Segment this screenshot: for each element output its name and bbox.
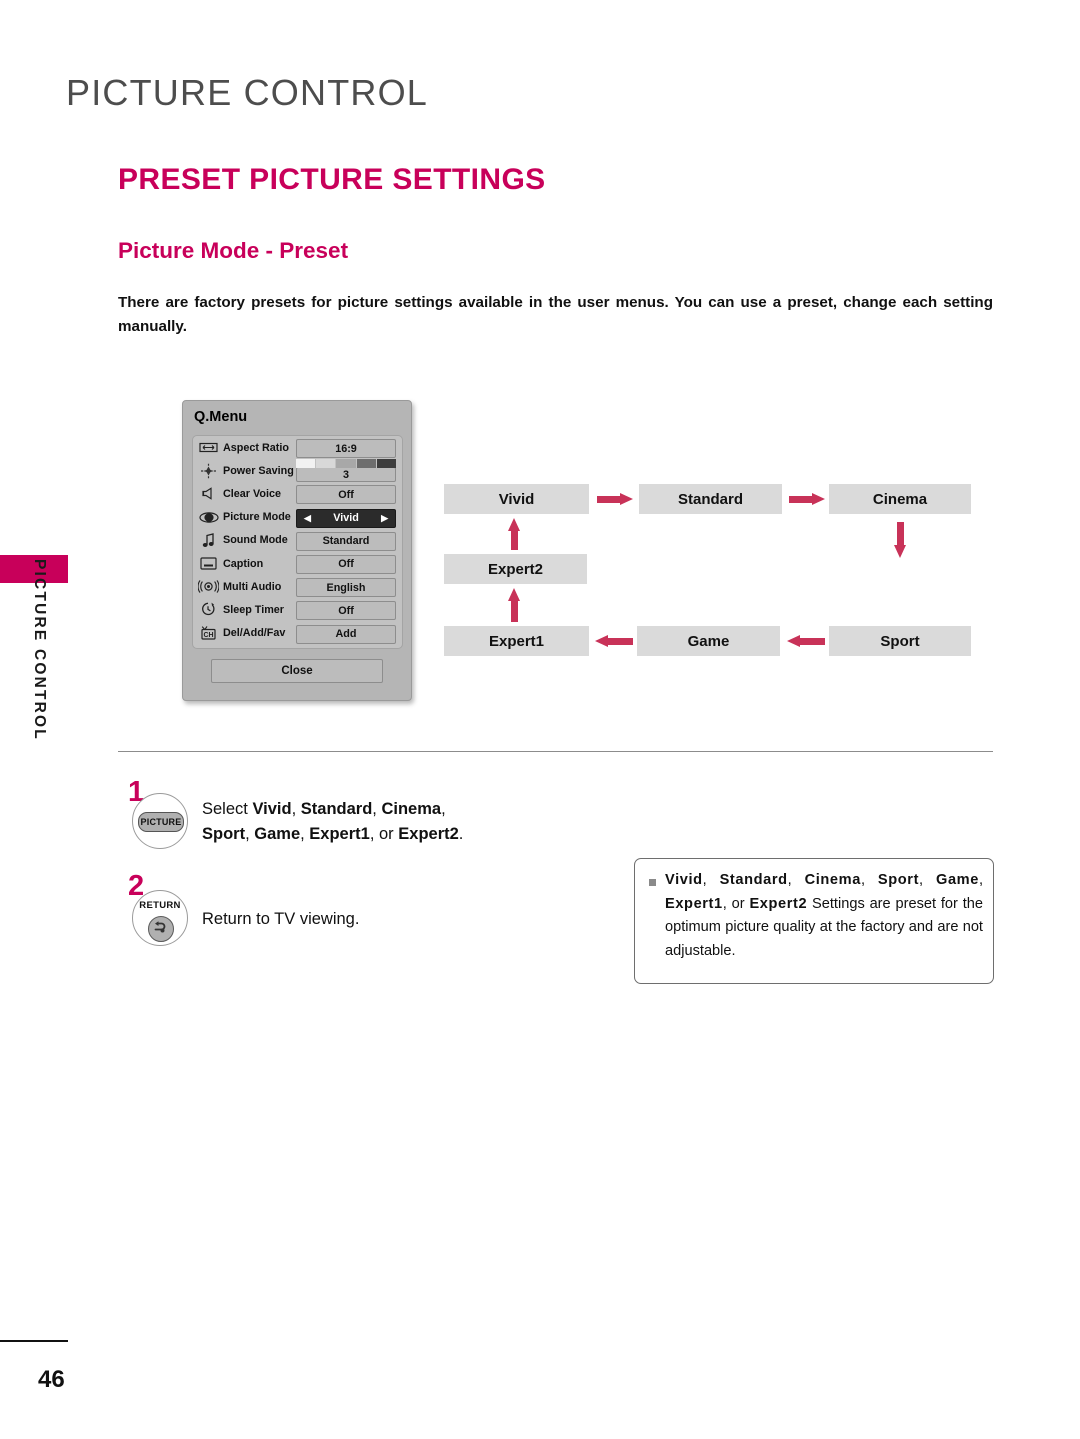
aspect-ratio-icon xyxy=(198,440,219,456)
qmenu-row-power-saving[interactable]: Power Saving 3 xyxy=(193,459,402,483)
clear-voice-icon xyxy=(198,486,219,502)
qmenu-value-clear-voice[interactable]: Off xyxy=(296,485,396,505)
content-divider xyxy=(118,751,993,752)
note-box: Vivid, Standard, Cinema, Sport, Game, Ex… xyxy=(634,858,994,984)
qmenu-label: Sleep Timer xyxy=(223,603,285,616)
arrow-right-icon xyxy=(597,493,633,506)
flow-box-standard: Standard xyxy=(639,484,782,514)
picture-mode-icon xyxy=(198,509,219,525)
step-1-instruction: Select Vivid, Standard, Cinema, Sport, Ga… xyxy=(202,800,464,843)
qmenu-value-sound-mode[interactable]: Standard xyxy=(296,531,396,551)
page-title: PRESET PICTURE SETTINGS xyxy=(118,163,546,196)
qmenu-title: Q.Menu xyxy=(194,409,248,425)
footer-rule xyxy=(0,1340,68,1342)
return-arrow-icon xyxy=(148,916,174,942)
flow-box-sport: Sport xyxy=(829,626,971,656)
sidebar-chapter-label: PICTURE CONTROL xyxy=(31,559,48,741)
qmenu-value-sleep-timer[interactable]: Off xyxy=(296,601,396,621)
flow-box-game: Game xyxy=(637,626,780,656)
qmenu-value-picture-mode[interactable]: ◀ Vivid ▶ xyxy=(296,508,396,528)
qmenu-value-caption[interactable]: Off xyxy=(296,554,396,574)
sleep-timer-icon xyxy=(198,602,219,618)
qmenu-value-text: Vivid xyxy=(333,512,359,525)
close-button[interactable]: Close xyxy=(211,659,383,683)
qmenu-label: Caption xyxy=(223,557,264,570)
qmenu-row-multi-audio[interactable]: Multi Audio English xyxy=(193,575,402,598)
power-saving-level-bar xyxy=(296,459,397,469)
page-number: 46 xyxy=(38,1366,65,1393)
qmenu-row-sound-mode[interactable]: Sound Mode Standard xyxy=(193,529,402,552)
flow-box-cinema: Cinema xyxy=(829,484,971,514)
qmenu-row-caption[interactable]: Caption Off xyxy=(193,552,402,575)
arrow-left-icon xyxy=(595,635,633,648)
qmenu-row-sleep-timer[interactable]: Sleep Timer Off xyxy=(193,598,402,621)
qmenu-label: Clear Voice xyxy=(223,487,282,500)
power-saving-icon xyxy=(198,463,219,479)
arrow-up-icon xyxy=(508,518,521,550)
qmenu-value-power-saving[interactable]: 3 xyxy=(296,467,396,483)
qmenu-label: Del/Add/Fav xyxy=(223,627,286,640)
subsection-title: Picture Mode - Preset xyxy=(118,238,349,263)
qmenu-label: Picture Mode xyxy=(223,511,291,524)
flow-box-vivid: Vivid xyxy=(444,484,589,514)
flow-box-expert1: Expert1 xyxy=(444,626,589,656)
qmenu-row-picture-mode[interactable]: Picture Mode ◀ Vivid ▶ xyxy=(193,506,402,529)
qmenu-row-aspect-ratio[interactable]: Aspect Ratio 16:9 xyxy=(193,436,402,459)
flow-box-expert2: Expert2 xyxy=(444,554,587,584)
svg-text:CH: CH xyxy=(203,632,213,639)
qmenu-label: Power Saving xyxy=(223,464,294,477)
chevron-left-icon[interactable]: ◀ xyxy=(304,513,311,523)
note-bullet-icon xyxy=(649,879,656,886)
qmenu-value-aspect-ratio[interactable]: 16:9 xyxy=(296,439,396,458)
arrow-up-icon xyxy=(508,588,521,622)
qmenu-value-multi-audio[interactable]: English xyxy=(296,578,396,598)
qmenu-value-del-add-fav[interactable]: Add xyxy=(296,624,396,644)
arrow-right-icon xyxy=(789,493,825,506)
picture-mode-cycle-diagram: Vivid Standard Cinema Expert2 Expert1 Ga… xyxy=(444,484,1000,660)
step-2-instruction: Return to TV viewing. xyxy=(202,910,360,928)
qmenu-list: Aspect Ratio 16:9 Power Saving 3 Clear V… xyxy=(192,435,403,649)
qmenu-panel: Q.Menu Aspect Ratio 16:9 Power Saving 3 xyxy=(182,400,412,701)
sound-mode-icon xyxy=(198,532,219,548)
picture-button[interactable]: PICTURE xyxy=(132,793,188,849)
chapter-title: PICTURE CONTROL xyxy=(66,72,429,113)
qmenu-label: Aspect Ratio xyxy=(223,441,289,454)
intro-paragraph: There are factory presets for picture se… xyxy=(118,294,993,335)
caption-icon xyxy=(198,556,219,572)
arrow-down-icon xyxy=(894,522,907,558)
qmenu-row-clear-voice[interactable]: Clear Voice Off xyxy=(193,482,402,505)
return-key-label: RETURN xyxy=(139,900,181,911)
multi-audio-icon xyxy=(198,579,219,595)
note-text: Vivid, Standard, Cinema, Sport, Game, Ex… xyxy=(665,872,984,959)
qmenu-row-del-add-fav[interactable]: CH Del/Add/Fav Add xyxy=(193,622,402,645)
return-button[interactable]: RETURN xyxy=(132,890,188,946)
channel-icon: CH xyxy=(198,625,219,641)
chevron-right-icon[interactable]: ▶ xyxy=(381,513,388,523)
arrow-left-icon xyxy=(787,635,825,648)
qmenu-label: Multi Audio xyxy=(223,580,282,593)
picture-key-label: PICTURE xyxy=(138,812,184,832)
qmenu-label: Sound Mode xyxy=(223,534,288,547)
